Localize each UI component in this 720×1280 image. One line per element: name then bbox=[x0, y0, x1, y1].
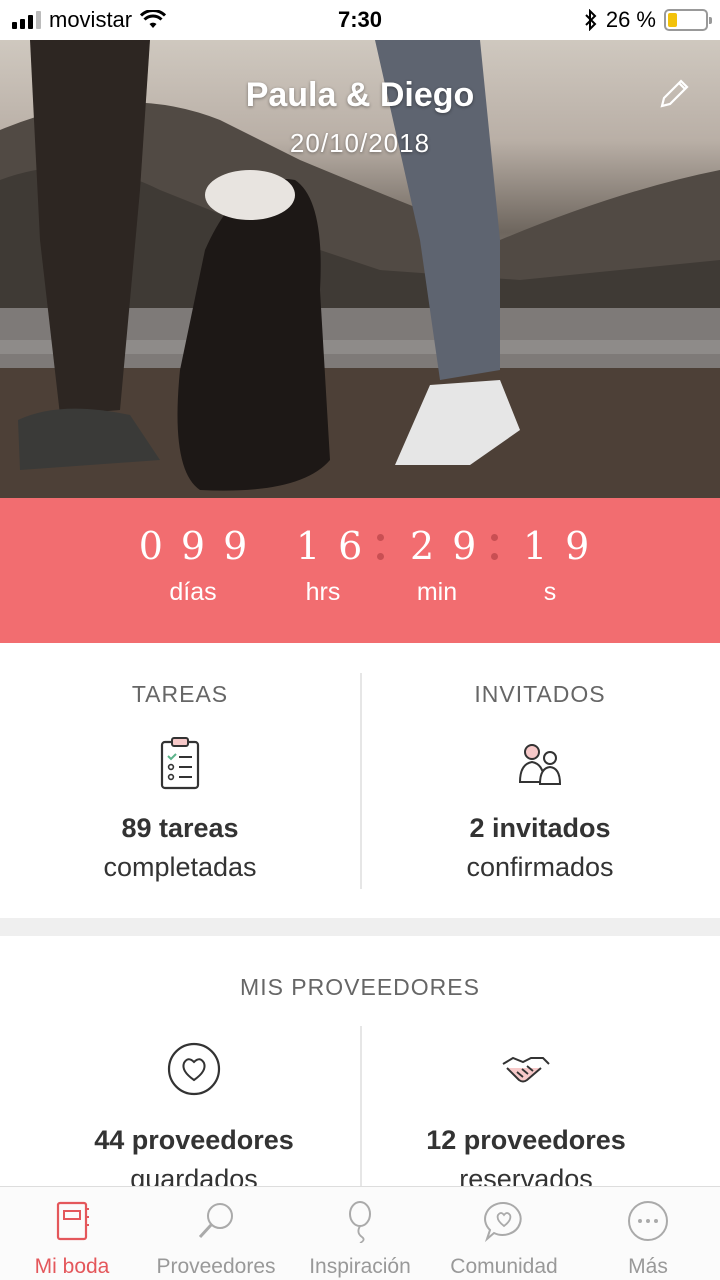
booked-providers-card[interactable]: 12 proveedores reservados bbox=[346, 1040, 706, 1186]
guests-count: 2 invitados bbox=[469, 813, 611, 843]
notebook-icon bbox=[56, 1201, 89, 1241]
countdown-minutes: 29 min bbox=[392, 524, 482, 607]
hours-value: 16 bbox=[296, 524, 381, 568]
countdown-separator bbox=[491, 534, 499, 568]
providers-section: MIS PROVEEDORES 44 proveedores guardados… bbox=[0, 936, 720, 1186]
wifi-icon bbox=[140, 10, 167, 28]
countdown-separator bbox=[377, 534, 385, 568]
hero-photo: Paula & Diego 20/10/2018 bbox=[0, 40, 720, 498]
guests-heading: INVITADOS bbox=[474, 681, 606, 707]
more-icon bbox=[628, 1201, 668, 1241]
saved-count: 44 proveedores bbox=[94, 1125, 294, 1155]
magnifier-icon bbox=[198, 1203, 233, 1239]
tab-label: Más bbox=[628, 1255, 668, 1278]
battery-percent: 26 % bbox=[605, 7, 656, 32]
saved-sub: guardados bbox=[130, 1164, 258, 1186]
seconds-label: s bbox=[543, 578, 557, 606]
couple-names: Paula & Diego bbox=[245, 76, 475, 114]
tasks-heading: TAREAS bbox=[131, 681, 229, 707]
bottom-tab-bar: Mi boda Proveedores Inspiración Comunida… bbox=[0, 1186, 720, 1280]
providers-heading: MIS PROVEEDORES bbox=[240, 974, 480, 1000]
clipboard-checklist-icon bbox=[160, 737, 200, 790]
tab-comunidad[interactable]: Comunidad bbox=[432, 1187, 576, 1280]
battery-icon bbox=[664, 9, 712, 31]
tab-inspiracion[interactable]: Inspiración bbox=[288, 1187, 432, 1280]
handshake-icon bbox=[502, 1056, 550, 1083]
countdown-seconds: 19 s bbox=[505, 524, 595, 607]
tasks-sub: completadas bbox=[103, 852, 257, 882]
tasks-card[interactable]: TAREAS 89 tareas completadas bbox=[0, 643, 360, 918]
booked-sub: reservados bbox=[459, 1164, 593, 1186]
tab-label: Comunidad bbox=[450, 1255, 558, 1278]
tasks-count: 89 tareas bbox=[121, 813, 239, 843]
signal-icon bbox=[12, 11, 41, 29]
countdown-hours: 16 hrs bbox=[278, 524, 368, 607]
saved-providers-card[interactable]: 44 proveedores guardados bbox=[14, 1040, 374, 1186]
section-gap bbox=[0, 918, 720, 936]
chat-heart-icon bbox=[484, 1201, 522, 1243]
pencil-icon[interactable] bbox=[654, 74, 694, 114]
tab-label: Inspiración bbox=[309, 1255, 411, 1278]
wedding-date: 20/10/2018 bbox=[289, 128, 431, 158]
balloon-icon bbox=[349, 1201, 371, 1244]
tab-label: Mi boda bbox=[34, 1255, 110, 1278]
tab-proveedores[interactable]: Proveedores bbox=[144, 1187, 288, 1280]
bluetooth-icon bbox=[585, 9, 597, 31]
booked-count: 12 proveedores bbox=[426, 1125, 626, 1155]
status-bar: movistar 7:30 26 % bbox=[0, 0, 720, 40]
days-label: días bbox=[169, 578, 217, 606]
stats-section: TAREAS 89 tareas completadas INVITADOS 2… bbox=[0, 643, 720, 918]
days-value: 099 bbox=[138, 524, 266, 568]
tab-mas[interactable]: Más bbox=[576, 1187, 720, 1280]
divider bbox=[360, 673, 362, 889]
guests-sub: confirmados bbox=[466, 852, 614, 882]
countdown-days: 099 días bbox=[118, 524, 268, 607]
tab-mi-boda[interactable]: Mi boda bbox=[0, 1187, 144, 1280]
couple-icon bbox=[518, 744, 562, 785]
tab-label: Proveedores bbox=[156, 1255, 276, 1278]
seconds-value: 19 bbox=[523, 524, 608, 568]
minutes-label: min bbox=[416, 578, 458, 606]
carrier-label: movistar bbox=[49, 7, 133, 32]
minutes-value: 29 bbox=[410, 524, 495, 568]
heart-circle-icon bbox=[167, 1042, 221, 1096]
guests-card[interactable]: INVITADOS 2 invitados confirmados bbox=[360, 643, 720, 918]
hours-label: hrs bbox=[305, 578, 341, 606]
wedding-countdown: 099 días 16 hrs 29 min 19 s bbox=[0, 498, 720, 643]
